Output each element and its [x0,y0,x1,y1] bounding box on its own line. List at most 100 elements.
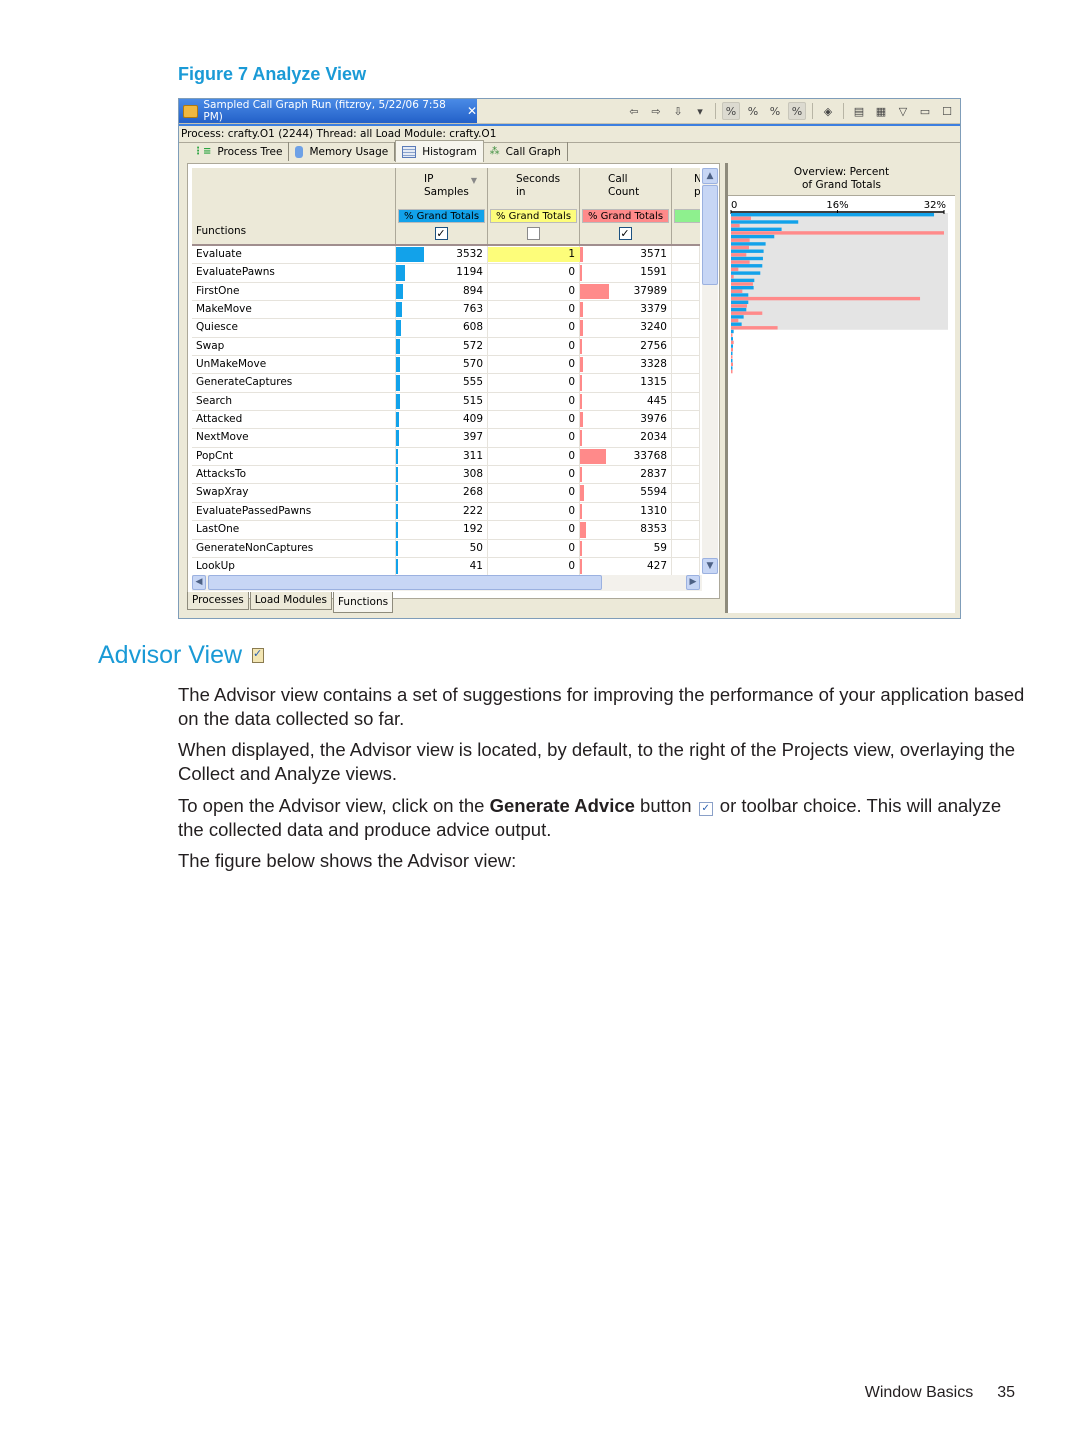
table-row[interactable]: GenerateCaptures 555 0 1315 [192,374,700,393]
percent-star-icon[interactable]: % [744,102,762,120]
table-row[interactable]: FirstOne 894 0 37989 [192,282,700,302]
overview-bar-ip-samples [731,234,775,239]
tab-memory-usage[interactable]: Memory Usage [289,142,396,161]
horizontal-scroll-thumb[interactable] [208,575,602,590]
table-row[interactable]: SwapXray 268 0 5594 [192,484,700,503]
cell-bar [396,265,405,281]
overview-bar-ip-samples [731,220,799,224]
forward-arrow-icon[interactable]: ⇨ [647,102,665,120]
cell-value: 0 [568,523,575,536]
toolbar-separator [843,103,844,119]
function-name-cell: PopCnt [192,447,396,466]
cell-value: 5594 [640,486,667,499]
scroll-right-icon[interactable]: ▶ [686,575,700,590]
cell-value: 409 [462,413,483,426]
process-tree-icon: ⋮≡ [193,146,212,157]
view-tabs: ⋮≡ Process Tree Memory Usage Histogram ⁂… [187,140,568,162]
table-row[interactable]: PopCnt 311 0 33768 [192,447,700,467]
diamond-tool-icon[interactable]: ◈ [819,102,837,120]
table-row[interactable]: LookUp 41 0 427 [192,557,700,577]
down-arrow-icon[interactable]: ⇩ [669,102,687,120]
table-row[interactable]: Swap 572 0 2756 [192,337,700,357]
horizontal-scrollbar[interactable]: ◀ ▶ [192,575,702,591]
column-header-ip-samples[interactable]: IP Samples ▼ % Grand Totals ✓ [396,168,488,244]
ip-samples-cell: 3532 [396,246,488,264]
show-bar-checkbox[interactable]: ✓ [618,227,632,240]
header-title: Seconds in [516,173,561,198]
cell-value: GenerateCaptures [196,376,293,389]
cell-bar [580,558,582,575]
scroll-down-icon[interactable]: ▼ [702,558,718,574]
vertical-scrollbar[interactable]: ▲ ▼ [702,168,718,574]
back-arrow-icon[interactable]: ⇦ [625,102,643,120]
grand-totals-toggle[interactable]: % Grand Totals [582,209,669,223]
call-count-cell: 2837 [580,466,672,484]
table-row[interactable]: EvaluatePawns 1194 0 1591 [192,264,700,283]
table-row[interactable]: EvaluatePassedPawns 222 0 1310 [192,502,700,522]
cell-value: 33768 [633,449,667,462]
table-row[interactable]: Evaluate 3532 1 3571 [192,246,700,265]
table-row[interactable]: NextMove 397 0 2034 [192,429,700,448]
tab-processes[interactable]: Processes [187,592,249,610]
scroll-left-icon[interactable]: ◀ [192,575,206,590]
cell-bar [580,302,583,318]
cell-bar [396,283,403,300]
color-grid-icon[interactable]: ▦ [872,102,890,120]
view-menu-icon[interactable]: ▽ [894,102,912,120]
minimize-icon[interactable]: ▭ [916,102,934,120]
call-count-cell: 1591 [580,264,672,282]
cell-value: 3240 [640,321,667,334]
partial-cell [672,282,700,301]
footer-section: Window Basics [864,1384,974,1401]
table-row[interactable]: Search 515 0 445 [192,392,700,412]
function-name-cell: GenerateCaptures [192,374,396,392]
column-header-functions[interactable]: Functions [192,168,396,244]
grand-totals-toggle[interactable]: % Grand Totals [398,209,485,223]
call-count-cell: 3240 [580,319,672,337]
column-header-call-count[interactable]: Call Count % Grand Totals ✓ [580,168,672,244]
histogram-icon [402,145,417,158]
editor-tab-title: Sampled Call Graph Run (fitzroy, 5/22/06… [203,99,446,123]
percent-lock-icon[interactable]: % [788,102,806,120]
percent-blue-icon[interactable]: % [722,102,740,120]
column-header-seconds[interactable]: Seconds in % Grand Totals [488,168,580,244]
maximize-icon[interactable]: ☐ [938,102,956,120]
table-row[interactable]: AttacksTo 308 0 2837 [192,466,700,485]
function-name-cell: GenerateNonCaptures [192,539,396,557]
function-name-cell: UnMakeMove [192,356,396,374]
table-row[interactable]: GenerateNonCaptures 50 0 59 [192,539,700,558]
dropdown-icon[interactable]: ▾ [691,102,709,120]
overview-bar-call-count [731,318,739,323]
table-row[interactable]: UnMakeMove 570 0 3328 [192,356,700,375]
grand-totals-toggle[interactable] [674,209,700,223]
percent-icon[interactable]: % [766,102,784,120]
scroll-up-icon[interactable]: ▲ [702,168,718,184]
show-bar-checkbox[interactable] [526,227,540,240]
text: To open the Advisor view, click on the [178,795,490,816]
tab-functions[interactable]: Functions [332,592,394,613]
vertical-scroll-thumb[interactable] [702,185,718,285]
columns-icon[interactable]: ▤ [850,102,868,120]
tab-load-modules[interactable]: Load Modules [249,592,332,610]
tab-histogram[interactable]: Histogram [395,140,484,162]
overview-bar-ip-samples [731,366,733,370]
overview-bar-ip-samples [731,300,749,304]
tab-process-tree[interactable]: ⋮≡ Process Tree [187,142,290,161]
table-row[interactable]: Quiesce 608 0 3240 [192,319,700,338]
table-row[interactable]: MakeMove 763 0 3379 [192,301,700,320]
cell-bar [396,522,398,538]
show-bar-checkbox[interactable]: ✓ [434,227,448,240]
seconds-cell: 0 [488,466,580,484]
table-row[interactable]: LastOne 192 0 8353 [192,521,700,540]
section-heading-text: Advisor View [98,641,243,669]
editor-tab[interactable]: Sampled Call Graph Run (fitzroy, 5/22/06… [179,99,477,123]
cell-value: NextMove [196,431,249,444]
grand-totals-toggle[interactable]: % Grand Totals [490,209,577,223]
cell-bar [396,338,400,355]
call-count-cell: 3379 [580,301,672,319]
tab-call-graph[interactable]: ⁂ Call Graph [484,142,568,161]
overview-bar-call-count [731,369,733,374]
table-row[interactable]: Attacked 409 0 3976 [192,411,700,430]
close-icon[interactable]: ✕ [467,104,477,118]
column-header-partial[interactable]: N p [672,168,700,244]
